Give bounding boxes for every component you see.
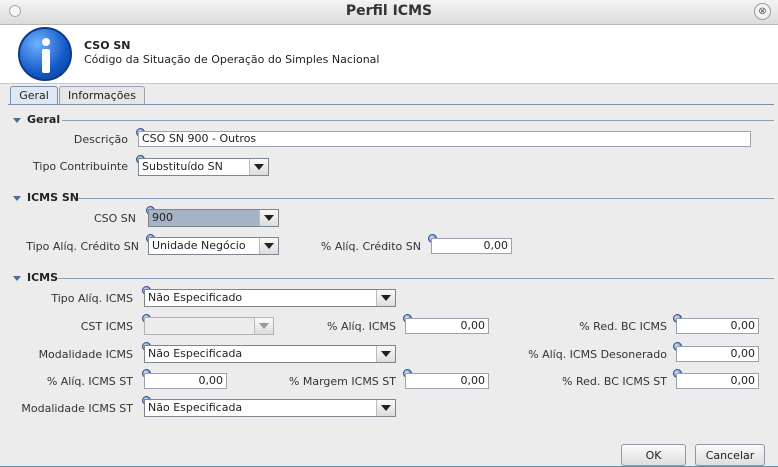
header-title: CSO SN <box>84 39 131 52</box>
section-divider <box>58 278 774 279</box>
dialog-window: Perfil ICMS ⊗ CSO SN Código da Situação … <box>0 0 778 466</box>
section-divider <box>62 120 774 121</box>
dialog-header: CSO SN Código da Situação de Operação do… <box>0 25 778 84</box>
tab-geral[interactable]: Geral <box>10 86 58 105</box>
tipo-aliq-credito-select[interactable]: Unidade Negócio <box>148 237 279 255</box>
chevron-down-icon[interactable] <box>254 318 273 334</box>
margem-icms-st-field[interactable]: 0,00 <box>405 373 489 389</box>
modalidade-icms-select[interactable]: Não Especificada <box>144 345 396 363</box>
ok-button[interactable]: OK <box>621 444 686 466</box>
tipo-aliq-credito-value: Unidade Negócio <box>152 239 246 252</box>
aliq-icms-st-field[interactable]: 0,00 <box>144 373 227 389</box>
collapse-geral-icon[interactable] <box>13 118 21 123</box>
tipo-aliq-icms-select[interactable]: Não Especificado <box>144 289 396 307</box>
chevron-down-icon[interactable] <box>376 346 395 362</box>
red-bc-icms-field[interactable]: 0,00 <box>676 318 759 334</box>
section-divider <box>78 198 774 199</box>
tipo-aliq-credito-label: Tipo Alíq. Crédito SN <box>26 240 139 253</box>
tab-informacoes[interactable]: Informações <box>59 86 145 104</box>
tipo-aliq-icms-label: Tipo Alíq. ICMS <box>51 292 133 305</box>
tipo-contribuinte-label: Tipo Contribuinte <box>33 160 128 173</box>
aliq-icms-st-label: % Alíq. ICMS ST <box>46 375 133 388</box>
aliq-desonerado-field[interactable]: 0,00 <box>676 346 759 362</box>
margem-icms-st-label: % Margem ICMS ST <box>288 375 396 388</box>
tipo-contribuinte-select[interactable]: Substituído SN <box>138 158 269 176</box>
descricao-field[interactable]: CSO SN 900 - Outros <box>138 131 751 147</box>
modalidade-icms-st-value: Não Especificada <box>148 401 243 414</box>
chevron-down-icon[interactable] <box>376 400 395 416</box>
title-bar: Perfil ICMS ⊗ <box>0 0 778 25</box>
collapse-icms-sn-icon[interactable] <box>13 196 21 201</box>
chevron-down-icon[interactable] <box>259 238 278 254</box>
cso-sn-label: CSO SN <box>93 212 136 225</box>
chevron-down-icon[interactable] <box>376 290 395 306</box>
aliq-desonerado-label: % Alíq. ICMS Desonerado <box>528 348 667 361</box>
red-bc-icms-st-field[interactable]: 0,00 <box>676 373 759 389</box>
tab-divider <box>8 104 774 105</box>
aliq-credito-field[interactable]: 0,00 <box>431 238 512 254</box>
aliq-icms-field[interactable]: 0,00 <box>405 318 489 334</box>
collapse-icms-icon[interactable] <box>13 276 21 281</box>
modalidade-icms-label: Modalidade ICMS <box>38 348 133 361</box>
section-title-icms-sn: ICMS SN <box>27 191 79 204</box>
cst-icms-select[interactable] <box>144 317 274 335</box>
aliq-credito-label: % Alíq. Crédito SN <box>320 240 421 253</box>
aliq-icms-label: % Alíq. ICMS <box>327 320 396 333</box>
cancel-button[interactable]: Cancelar <box>695 444 765 466</box>
modalidade-icms-st-select[interactable]: Não Especificada <box>144 399 396 417</box>
cso-sn-value: 900 <box>152 211 173 224</box>
modalidade-icms-value: Não Especificada <box>148 347 243 360</box>
section-title-geral: Geral <box>27 113 61 126</box>
red-bc-icms-st-label: % Red. BC ICMS ST <box>562 375 667 388</box>
header-subtitle: Código da Situação de Operação do Simple… <box>84 53 380 66</box>
window-title: Perfil ICMS <box>345 3 433 19</box>
cst-icms-label: CST ICMS <box>80 320 133 333</box>
chevron-down-icon[interactable] <box>259 210 278 226</box>
descricao-label: Descrição <box>73 133 128 146</box>
tipo-contribuinte-value: Substituído SN <box>142 160 223 173</box>
section-title-icms: ICMS <box>27 271 59 284</box>
chevron-down-icon[interactable] <box>249 159 268 175</box>
tipo-aliq-icms-value: Não Especificado <box>148 291 243 304</box>
close-icon[interactable]: ⊗ <box>754 3 771 20</box>
modalidade-icms-st-label: Modalidade ICMS ST <box>21 402 133 415</box>
cso-sn-select[interactable]: 900 <box>148 209 279 227</box>
red-bc-icms-label: % Red. BC ICMS <box>579 320 667 333</box>
info-icon <box>18 27 72 81</box>
